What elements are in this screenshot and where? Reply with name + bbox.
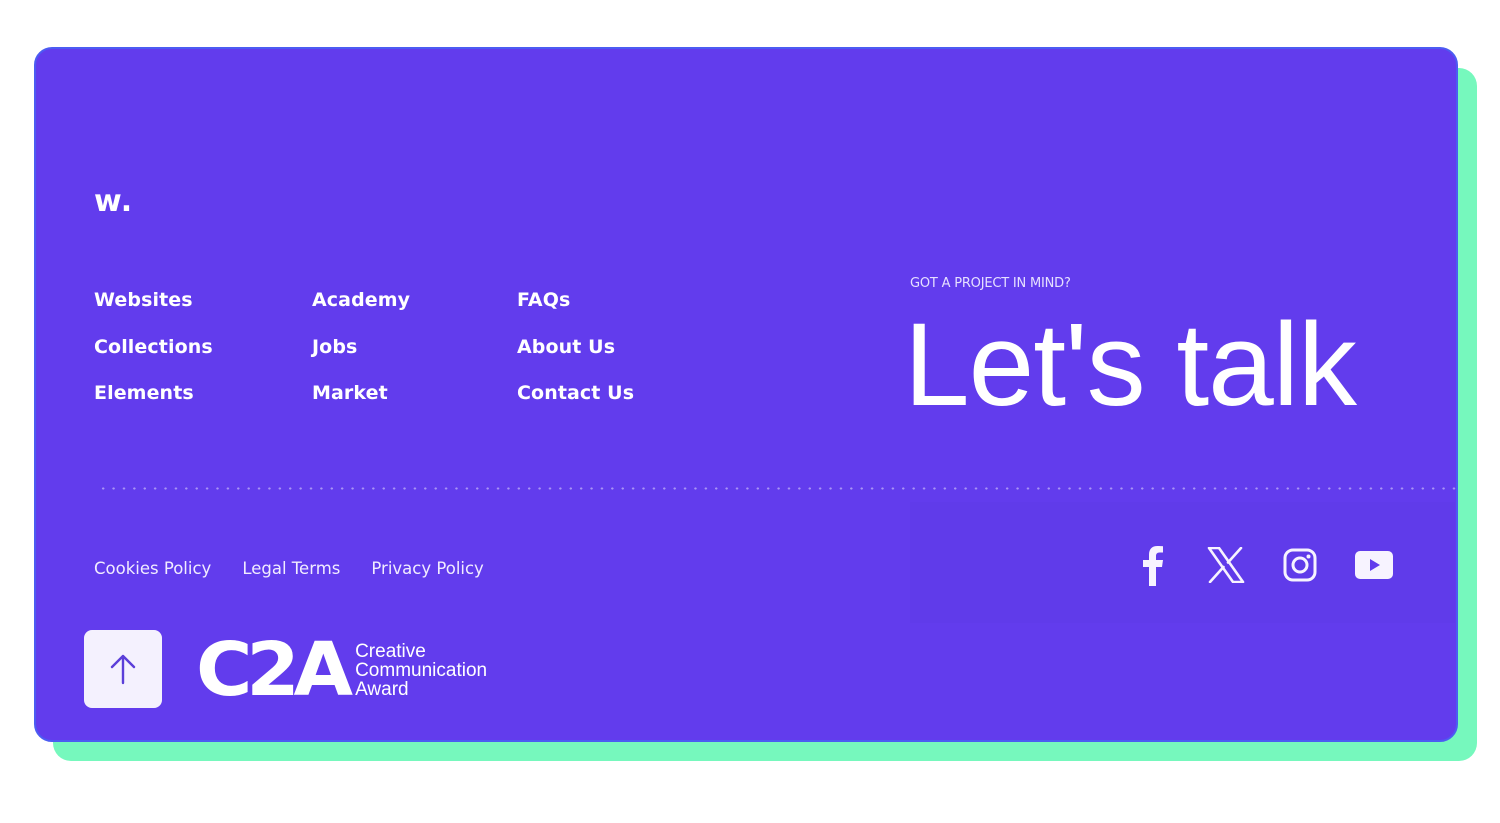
social-links xyxy=(1130,545,1396,586)
back-to-top-button[interactable] xyxy=(84,630,162,708)
facebook-icon[interactable] xyxy=(1130,545,1174,586)
legal-link-cookies-policy[interactable]: Cookies Policy xyxy=(94,559,211,578)
nav-link-collections[interactable]: Collections xyxy=(94,335,213,360)
nav-link-jobs[interactable]: Jobs xyxy=(312,335,410,360)
award-line: Creative xyxy=(355,640,426,662)
footer-nav-column-1: Websites Collections Elements xyxy=(94,288,213,406)
brand-logo[interactable]: w. xyxy=(94,184,133,219)
youtube-icon[interactable] xyxy=(1352,545,1396,585)
footer-nav-column-2: Academy Jobs Market xyxy=(312,288,410,406)
arrow-up-icon xyxy=(110,654,136,685)
legal-links: Cookies Policy Legal Terms Privacy Polic… xyxy=(94,559,484,578)
legal-link-legal-terms[interactable]: Legal Terms xyxy=(242,559,340,578)
cta-label: GOT A PROJECT IN MIND? xyxy=(910,276,1071,291)
nav-link-academy[interactable]: Academy xyxy=(312,288,410,313)
award-line: Award xyxy=(355,678,409,700)
legal-link-privacy-policy[interactable]: Privacy Policy xyxy=(371,559,483,578)
nav-link-websites[interactable]: Websites xyxy=(94,288,213,313)
instagram-icon[interactable] xyxy=(1278,545,1322,585)
award-text: Creative Communication Award xyxy=(355,642,487,699)
x-twitter-icon[interactable] xyxy=(1204,545,1248,585)
footer-nav-column-3: FAQs About Us Contact Us xyxy=(517,288,634,406)
nav-link-contact-us[interactable]: Contact Us xyxy=(517,381,634,406)
nav-link-elements[interactable]: Elements xyxy=(94,381,213,406)
nav-link-faqs[interactable]: FAQs xyxy=(517,288,634,313)
award-mark: C2A xyxy=(196,627,353,713)
dotted-divider xyxy=(98,487,1456,490)
lets-talk-link[interactable]: Let's talk xyxy=(904,300,1357,430)
nav-link-about-us[interactable]: About Us xyxy=(517,335,634,360)
award-line: Communication xyxy=(355,659,488,681)
c2a-award-badge: C2A Creative Communication Award xyxy=(196,627,487,713)
nav-link-market[interactable]: Market xyxy=(312,381,410,406)
